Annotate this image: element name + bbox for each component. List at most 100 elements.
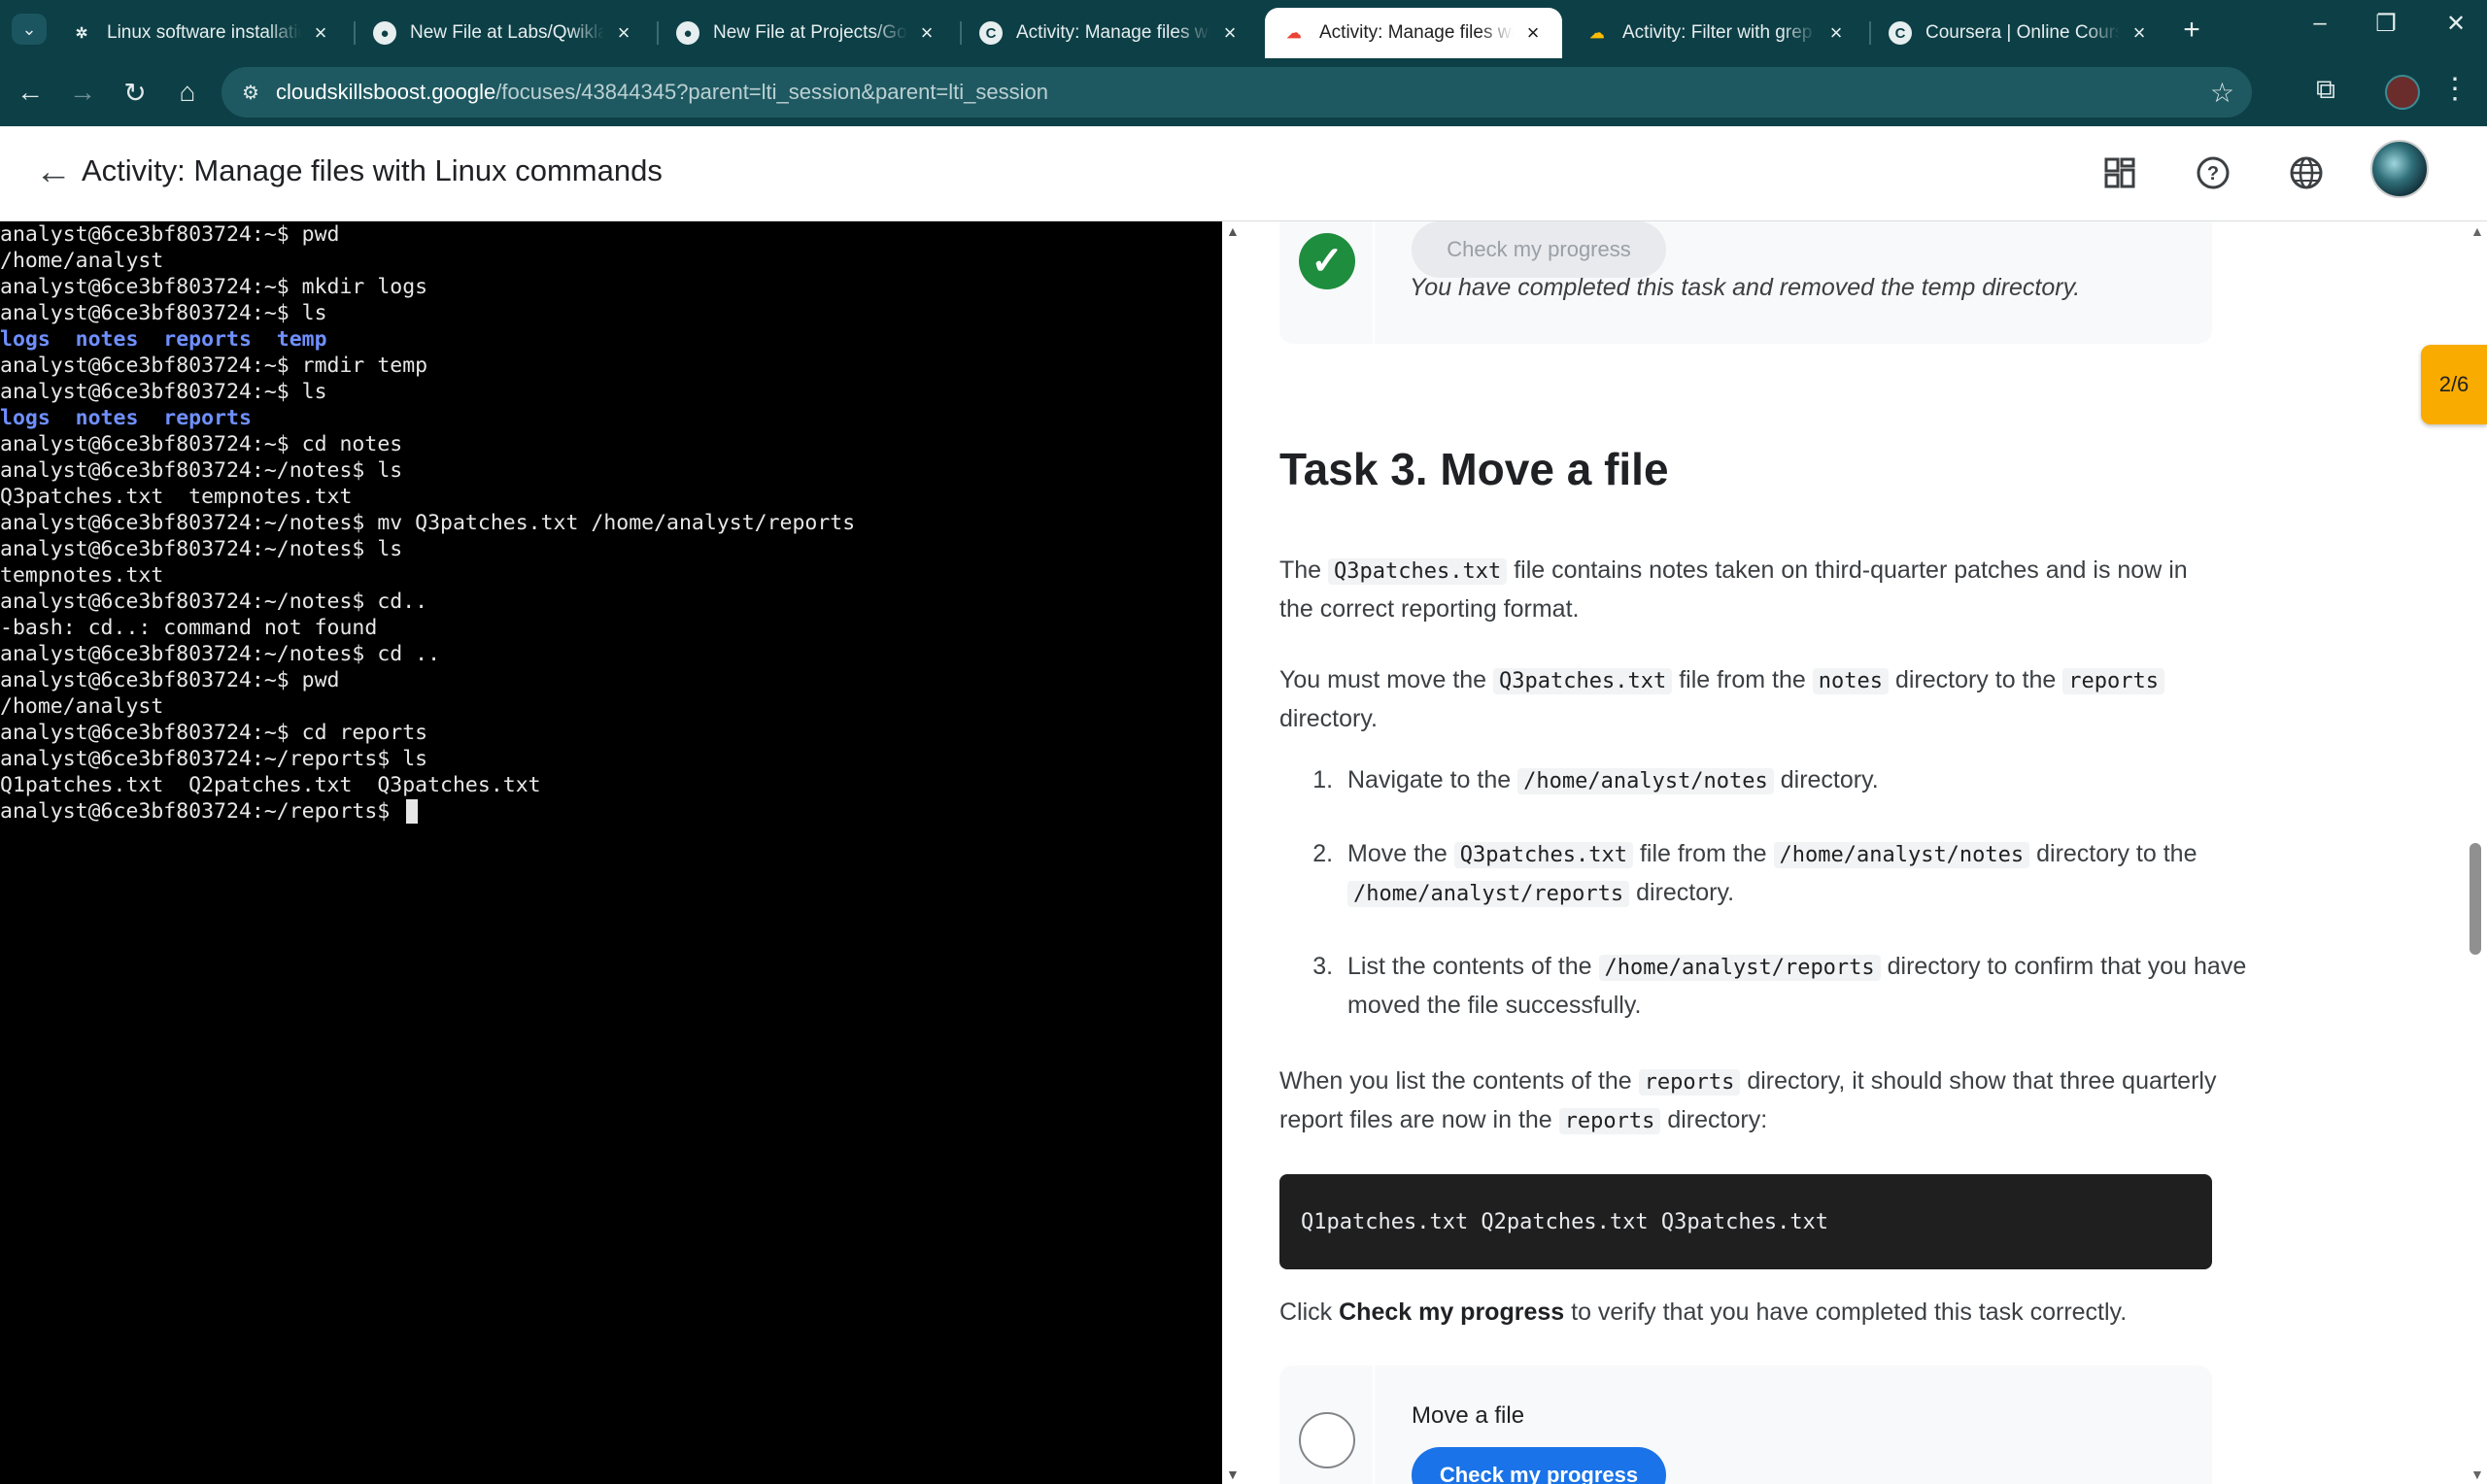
task-heading: Task 3. Move a file [1279, 444, 1669, 494]
tab-search-button[interactable]: ⌄ [12, 14, 47, 45]
scroll-up-icon[interactable]: ▲ [2470, 223, 2484, 239]
directory-name: reports [163, 327, 252, 352]
new-tab-button[interactable]: + [2176, 14, 2207, 47]
dashboard-icon[interactable] [2096, 150, 2143, 196]
terminal-text: analyst@6ce3bf803724:~/notes$ ls [0, 537, 403, 561]
text: directory. [1780, 766, 1879, 793]
close-icon[interactable]: × [915, 20, 938, 46]
home-icon: ⌂ [179, 77, 196, 107]
scroll-down-icon[interactable]: ▼ [2470, 1467, 2484, 1482]
extensions-icon[interactable]: ⧉ [2306, 74, 2345, 113]
completion-message: You have completed this task and removed… [1410, 274, 2081, 301]
text: to verify that you have completed this t… [1571, 1298, 2128, 1326]
terminal-text: /home/analyst [0, 249, 164, 273]
text: directory. [1636, 879, 1735, 906]
terminal-line: analyst@6ce3bf803724:~/notes$ ls [0, 457, 1222, 484]
language-globe-icon[interactable] [2283, 150, 2330, 196]
browser-tab[interactable]: ✲ Linux software installation × [52, 8, 350, 58]
minimize-icon: – [2313, 10, 2327, 36]
back-button[interactable]: ← [12, 74, 49, 111]
terminal-line: analyst@6ce3bf803724:~$ cd notes [0, 431, 1222, 457]
scrollbar-thumb[interactable] [2470, 843, 2481, 955]
coursera-icon: C [1889, 21, 1912, 45]
inline-code: /home/analyst/reports [1347, 881, 1630, 907]
address-bar[interactable]: ⚙ cloudskillsboost.google/focuses/438443… [221, 67, 2252, 118]
url-domain: cloudskillsboost.google [276, 80, 496, 104]
page-title: Activity: Manage files with Linux comman… [82, 153, 663, 187]
terminal-line: analyst@6ce3bf803724:~$ ls [0, 300, 1222, 326]
browser-tab[interactable]: C Coursera | Online Courses × [1871, 8, 2168, 58]
list-item: List the contents of the /home/analyst/r… [1340, 948, 2263, 1024]
browser-tab[interactable]: ☁ Activity: Filter with grep | G × [1568, 8, 1865, 58]
terminal-output[interactable]: analyst@6ce3bf803724:~$ pwd/home/analyst… [0, 221, 1222, 1484]
bookmark-star-icon[interactable]: ☆ [2210, 77, 2234, 109]
tab-title: Activity: Manage files with [1319, 22, 1514, 43]
check-progress-button[interactable]: Check my progress [1412, 1447, 1666, 1484]
restore-button[interactable]: ❐ [2367, 10, 2405, 38]
inline-code: reports [1558, 1108, 1661, 1134]
scroll-down-icon[interactable]: ▼ [1226, 1467, 1240, 1482]
tab-title: Coursera | Online Courses [1925, 22, 2120, 43]
inline-code: reports [1638, 1069, 1741, 1096]
terminal-line: -bash: cd..: command not found [0, 615, 1222, 641]
terminal-line: analyst@6ce3bf803724:~/reports$ ls [0, 746, 1222, 772]
terminal-text: analyst@6ce3bf803724:~$ cd notes [0, 432, 403, 456]
directory-name: logs [0, 406, 51, 430]
browser-tab[interactable]: ● New File at Labs/Qwiklabs × [356, 8, 653, 58]
close-icon[interactable]: × [309, 20, 332, 46]
user-avatar[interactable] [2370, 140, 2429, 198]
text: You must move the [1279, 666, 1487, 693]
terminal-line: analyst@6ce3bf803724:~$ rmdir temp [0, 353, 1222, 379]
browser-tab-active[interactable]: ☁ Activity: Manage files with × [1265, 8, 1562, 58]
terminal-text: tempnotes.txt [0, 563, 164, 588]
back-arrow-icon[interactable]: ← [35, 152, 72, 193]
browser-tab[interactable]: ● New File at Projects/Google × [659, 8, 956, 58]
terminal-text: analyst@6ce3bf803724:~/notes$ cd.. [0, 590, 428, 614]
text: When you list the contents of the [1279, 1067, 1632, 1095]
forward-button[interactable]: → [64, 74, 101, 111]
check-progress-button-disabled[interactable]: Check my progress [1412, 221, 1666, 278]
home-button[interactable]: ⌂ [169, 74, 206, 111]
inline-code: Q3patches.txt [1328, 558, 1508, 585]
coursera-icon: C [979, 21, 1003, 45]
terminal-text: analyst@6ce3bf803724:~$ cd reports [0, 721, 428, 745]
terminal-text: analyst@6ce3bf803724:~$ pwd [0, 222, 340, 247]
terminal-text: Q3patches.txt tempnotes.txt [0, 485, 353, 509]
browser-toolbar: ← → ↻ ⌂ ⚙ cloudskillsboost.google/focuse… [0, 58, 2487, 126]
google-cloud-icon: ☁ [1286, 25, 1302, 42]
restore-icon: ❐ [2375, 11, 2397, 37]
terminal-text: analyst@6ce3bf803724:~/notes$ mv Q3patch… [0, 511, 856, 535]
site-info-icon[interactable]: ⚙ [235, 77, 266, 108]
close-icon[interactable]: × [1521, 20, 1545, 46]
tab-title: Linux software installation [107, 22, 301, 43]
profile-avatar[interactable] [2385, 75, 2420, 110]
scroll-up-icon[interactable]: ▲ [1226, 223, 1240, 239]
progress-badge[interactable]: 2/6 [2421, 345, 2487, 424]
google-cloud-icon: ☁ [1589, 25, 1605, 42]
browser-menu-icon[interactable]: ⋮ [2440, 72, 2470, 106]
close-icon[interactable]: × [612, 20, 635, 46]
directory-name: reports [163, 406, 252, 430]
help-icon[interactable]: ? [2190, 150, 2236, 196]
github-icon: ● [373, 21, 396, 45]
checkmark-icon: ✓ [1299, 233, 1355, 289]
terminal-text: analyst@6ce3bf803724:~/notes$ cd .. [0, 642, 441, 666]
close-icon[interactable]: × [2128, 20, 2151, 46]
text: The [1279, 556, 1322, 584]
close-icon[interactable]: × [1824, 20, 1848, 46]
terminal-text: analyst@6ce3bf803724:~$ rmdir temp [0, 354, 428, 378]
text: Move the [1347, 840, 1448, 867]
browser-tab[interactable]: C Activity: Manage files with × [962, 8, 1259, 58]
openai-icon: ✲ [75, 25, 88, 42]
task-instruction-paragraph: You must move the Q3patches.txt file fro… [1279, 661, 2222, 737]
reload-button[interactable]: ↻ [117, 74, 153, 111]
inline-code: reports [2062, 668, 2164, 694]
terminal-line: analyst@6ce3bf803724:~$ ls [0, 379, 1222, 405]
close-icon[interactable]: × [1218, 20, 1242, 46]
minimize-button[interactable]: – [2300, 10, 2339, 37]
close-window-button[interactable]: ✕ [2436, 10, 2475, 38]
terminal-scrollbar[interactable]: ▲ ▼ [1222, 221, 1244, 1484]
task-card: Move a file Check my progress [1279, 1366, 2212, 1484]
bold-text: Check my progress [1339, 1298, 1565, 1326]
terminal-line: /home/analyst [0, 248, 1222, 274]
